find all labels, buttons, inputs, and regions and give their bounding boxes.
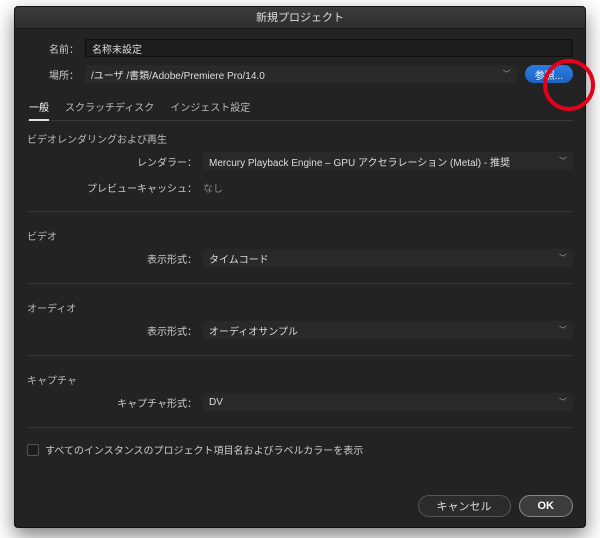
- renderer-dropdown[interactable]: Mercury Playback Engine – GPU アクセラレーション …: [203, 152, 573, 170]
- audio-display-value: オーディオサンプル: [209, 323, 298, 338]
- capture-format-row: キャプチャ形式： DV ﹀: [27, 393, 573, 411]
- section-video-rendering: ビデオレンダリングおよび再生: [27, 131, 573, 146]
- audio-display-dropdown[interactable]: オーディオサンプル ﹀: [203, 321, 573, 339]
- divider: [27, 427, 573, 428]
- capture-format-dropdown[interactable]: DV ﹀: [203, 393, 573, 411]
- show-all-instances-row[interactable]: すべてのインスタンスのプロジェクト項目名およびラベルカラーを表示: [27, 442, 573, 457]
- location-dropdown[interactable]: /ユーザ /書類/Adobe/Premiere Pro/14.0 ﹀: [85, 65, 517, 83]
- tab-general[interactable]: 一般: [29, 95, 49, 120]
- preview-cache-label: プレビューキャッシュ：: [27, 180, 197, 195]
- tabs: 一般 スクラッチディスク インジェスト設定: [27, 95, 573, 121]
- divider: [27, 211, 573, 212]
- audio-display-row: 表示形式： オーディオサンプル ﹀: [27, 321, 573, 339]
- chevron-down-icon: ﹀: [559, 397, 567, 408]
- video-display-value: タイムコード: [209, 251, 269, 266]
- chevron-down-icon: ﹀: [559, 253, 567, 264]
- renderer-value: Mercury Playback Engine – GPU アクセラレーション …: [209, 154, 510, 169]
- renderer-label: レンダラー：: [27, 154, 197, 169]
- tab-ingest-settings[interactable]: インジェスト設定: [170, 95, 250, 120]
- video-display-dropdown[interactable]: タイムコード ﹀: [203, 249, 573, 267]
- video-display-row: 表示形式： タイムコード ﹀: [27, 249, 573, 267]
- browse-button[interactable]: 参照...: [525, 65, 573, 83]
- divider: [27, 355, 573, 356]
- section-audio: オーディオ: [27, 300, 573, 315]
- show-all-instances-checkbox[interactable]: [27, 444, 39, 456]
- audio-display-label: 表示形式：: [27, 323, 197, 338]
- capture-format-value: DV: [209, 397, 223, 408]
- name-label: 名前：: [27, 41, 79, 56]
- tab-scratch-disks[interactable]: スクラッチディスク: [65, 95, 154, 120]
- name-input[interactable]: [85, 39, 573, 57]
- section-capture: キャプチャ: [27, 372, 573, 387]
- ok-button[interactable]: OK: [519, 495, 574, 517]
- location-value: /ユーザ /書類/Adobe/Premiere Pro/14.0: [91, 67, 265, 82]
- preview-cache-value: なし: [203, 180, 223, 195]
- location-label: 場所：: [27, 67, 79, 82]
- location-row: 場所： /ユーザ /書類/Adobe/Premiere Pro/14.0 ﹀ 参…: [27, 65, 573, 83]
- cancel-button[interactable]: キャンセル: [418, 495, 511, 517]
- preview-cache-row: プレビューキャッシュ： なし: [27, 180, 573, 195]
- section-video: ビデオ: [27, 228, 573, 243]
- dialog-footer: キャンセル OK: [15, 485, 585, 527]
- dialog-content: 名前： 場所： /ユーザ /書類/Adobe/Premiere Pro/14.0…: [15, 29, 585, 485]
- video-display-label: 表示形式：: [27, 251, 197, 266]
- window-title: 新規プロジェクト: [256, 12, 344, 24]
- chevron-down-icon: ﹀: [503, 69, 511, 80]
- chevron-down-icon: ﹀: [559, 325, 567, 336]
- show-all-instances-label: すべてのインスタンスのプロジェクト項目名およびラベルカラーを表示: [45, 442, 363, 457]
- divider: [27, 283, 573, 284]
- chevron-down-icon: ﹀: [559, 156, 567, 167]
- new-project-dialog: 新規プロジェクト 名前： 場所： /ユーザ /書類/Adobe/Premiere…: [14, 6, 586, 528]
- name-row: 名前：: [27, 39, 573, 57]
- capture-format-label: キャプチャ形式：: [27, 395, 197, 410]
- renderer-row: レンダラー： Mercury Playback Engine – GPU アクセ…: [27, 152, 573, 170]
- window-titlebar: 新規プロジェクト: [15, 7, 585, 29]
